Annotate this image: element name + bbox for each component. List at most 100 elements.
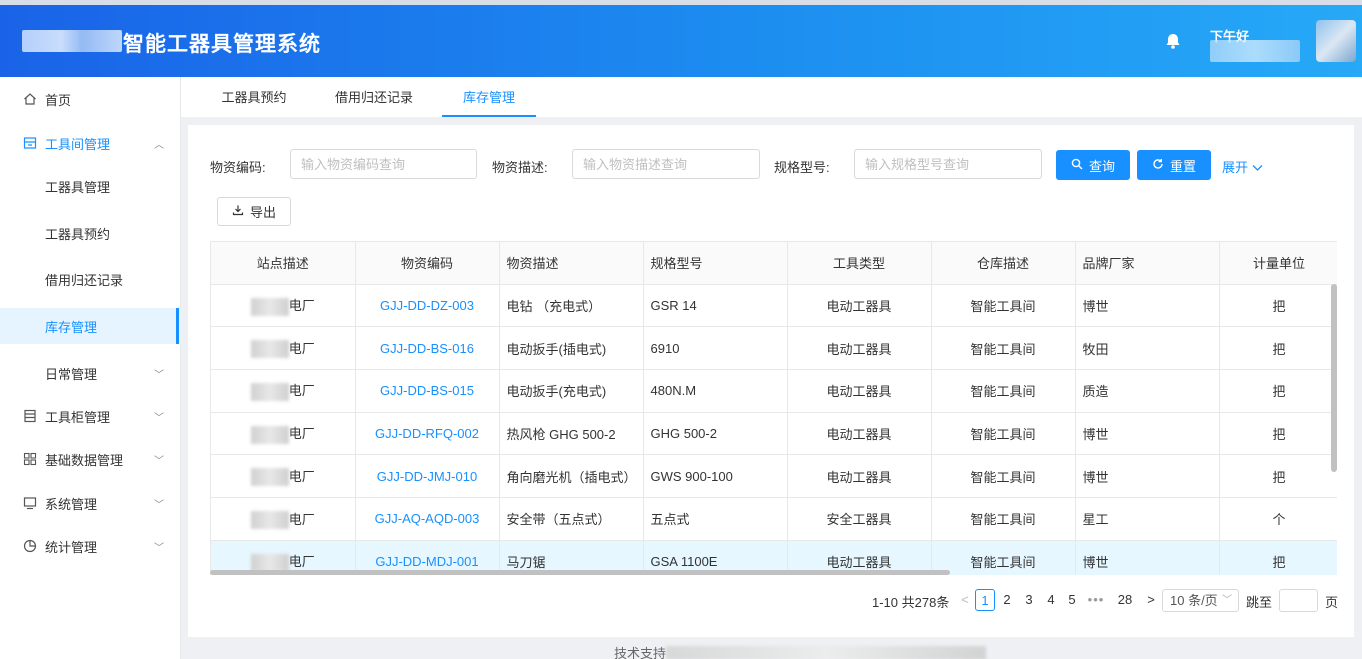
page-2-button[interactable]: 2 — [997, 589, 1017, 611]
cell-unit: 把 — [1219, 284, 1337, 328]
table-row[interactable]: 电厂 GJJ-DD-DZ-003 电钻 （充电式） GSR 14 电动工器具 智… — [211, 284, 1337, 328]
chevron-down-icon: ﹀ — [154, 369, 164, 381]
table-header-row: 站点描述 物资编码 物资描述 规格型号 工具类型 仓库描述 品牌厂家 计量单位 — [211, 242, 1337, 285]
sidebar-item-label: 工器具管理 — [45, 179, 111, 195]
chevron-down-icon — [1252, 160, 1263, 175]
cell-code: GJJ-DD-JMJ-010 — [355, 454, 500, 498]
footer-support-name — [666, 646, 986, 659]
sidebar-item-inventory[interactable]: 库存管理 — [0, 308, 181, 344]
page-size-value: 10 条/页 — [1170, 593, 1218, 608]
cell-brand: 博世 — [1075, 540, 1220, 575]
page-28-button[interactable]: 28 — [1115, 589, 1135, 611]
sidebar-item-system[interactable]: 系统管理 ﹀ — [0, 485, 181, 521]
sidebar-item-label: 系统管理 — [45, 496, 98, 512]
cell-warehouse: 智能工具间 — [931, 326, 1076, 370]
cell-warehouse: 智能工具间 — [931, 497, 1076, 541]
cell-site: 电厂 — [211, 369, 356, 413]
cell-type: 电动工器具 — [787, 412, 932, 456]
column-header-unit: 计量单位 — [1219, 242, 1337, 285]
expand-label: 展开 — [1222, 160, 1249, 175]
column-header-site: 站点描述 — [211, 242, 356, 285]
sidebar-item-cabinet[interactable]: 工具柜管理 ﹀ — [0, 398, 181, 434]
page-size-select[interactable]: 10 条/页 ﹀ — [1162, 589, 1239, 612]
code-link[interactable]: GJJ-DD-JMJ-010 — [377, 469, 477, 484]
sidebar-item-label: 基础数据管理 — [45, 452, 124, 468]
search-icon — [1071, 158, 1083, 173]
bell-icon[interactable] — [1163, 31, 1183, 51]
table-row[interactable]: 电厂 GJJ-DD-BS-016 电动扳手(插电式) 6910 电动工器具 智能… — [211, 326, 1337, 370]
cabinet-icon — [23, 409, 37, 423]
column-header-warehouse: 仓库描述 — [931, 242, 1076, 285]
table-row[interactable]: 电厂 GJJ-AQ-AQD-003 安全带（五点式） 五点式 安全工器具 智能工… — [211, 497, 1337, 541]
cell-type: 电动工器具 — [787, 369, 932, 413]
cell-code: GJJ-DD-RFQ-002 — [355, 412, 500, 456]
page-3-button[interactable]: 3 — [1019, 589, 1039, 611]
tab-inventory[interactable]: 库存管理 — [442, 77, 536, 117]
chevron-up-icon: ︿ — [154, 139, 164, 151]
reset-button[interactable]: 重置 — [1137, 150, 1211, 180]
sidebar-item-tool-management[interactable]: 工器具管理 — [0, 168, 181, 204]
prev-page-button[interactable]: < — [955, 589, 975, 611]
avatar[interactable] — [1316, 20, 1356, 62]
table-vertical-scrollbar[interactable] — [1331, 284, 1337, 472]
code-link[interactable]: GJJ-AQ-AQD-003 — [375, 511, 480, 526]
desc-filter-label: 物资描述: — [492, 160, 548, 175]
code-link[interactable]: GJJ-DD-RFQ-002 — [375, 426, 479, 441]
chevron-down-icon: ﹀ — [154, 455, 164, 467]
grid-icon — [23, 452, 37, 466]
sidebar-item-tool-reservation[interactable]: 工器具预约 — [0, 215, 181, 251]
store-icon — [23, 136, 37, 150]
jump-to-page-input[interactable] — [1279, 589, 1318, 612]
cell-unit: 把 — [1219, 326, 1337, 370]
sidebar-item-home[interactable]: 首页 — [0, 81, 181, 117]
cell-code: GJJ-DD-DZ-003 — [355, 284, 500, 328]
sidebar-item-toolroom[interactable]: 工具间管理 ︿ — [0, 125, 181, 161]
tab-tool-reservation[interactable]: 工器具预约 — [209, 77, 299, 117]
spec-search-input[interactable] — [854, 149, 1042, 179]
cell-desc: 电动扳手(插电式) — [499, 326, 644, 370]
cell-type: 电动工器具 — [787, 326, 932, 370]
page-4-button[interactable]: 4 — [1041, 589, 1061, 611]
code-link[interactable]: GJJ-DD-BS-015 — [380, 383, 474, 398]
user-name[interactable] — [1210, 40, 1300, 62]
column-header-brand: 品牌厂家 — [1075, 242, 1220, 285]
cell-unit: 把 — [1219, 454, 1337, 498]
code-filter-label: 物资编码: — [210, 160, 266, 175]
page-5-button[interactable]: 5 — [1062, 589, 1082, 611]
sidebar-item-daily[interactable]: 日常管理 ﹀ — [0, 355, 181, 391]
export-button[interactable]: 导出 — [217, 197, 291, 226]
cell-warehouse: 智能工具间 — [931, 412, 1076, 456]
cell-brand: 博世 — [1075, 412, 1220, 456]
sidebar-item-borrow-return[interactable]: 借用归还记录 — [0, 261, 181, 297]
code-link[interactable]: GJJ-DD-BS-016 — [380, 341, 474, 356]
code-link[interactable]: GJJ-DD-DZ-003 — [380, 298, 474, 313]
jump-to-label: 跳至 — [1246, 595, 1273, 610]
table-row[interactable]: 电厂 GJJ-DD-BS-015 电动扳手(充电式) 480N.M 电动工器具 … — [211, 369, 1337, 413]
cell-type: 电动工器具 — [787, 284, 932, 328]
page-1-button[interactable]: 1 — [975, 589, 995, 611]
code-link[interactable]: GJJ-DD-MDJ-001 — [375, 554, 478, 569]
table-row[interactable]: 电厂 GJJ-DD-RFQ-002 热风枪 GHG 500-2 GHG 500-… — [211, 412, 1337, 456]
cell-spec: 480N.M — [643, 369, 788, 413]
cell-desc: 电动扳手(充电式) — [499, 369, 644, 413]
code-search-input[interactable] — [290, 149, 477, 179]
cell-spec: 五点式 — [643, 497, 788, 541]
cell-code: GJJ-DD-BS-015 — [355, 369, 500, 413]
tab-borrow-return[interactable]: 借用归还记录 — [327, 77, 421, 117]
sidebar-item-label: 工具间管理 — [45, 136, 111, 152]
search-button[interactable]: 查询 — [1056, 150, 1130, 180]
more-pages-button[interactable]: ••• — [1086, 589, 1106, 611]
expand-filters-button[interactable]: 展开 — [1222, 157, 1263, 176]
table-row[interactable]: 电厂 GJJ-DD-JMJ-010 角向磨光机（插电式） GWS 900-100… — [211, 454, 1337, 498]
app-header: 智能工器具管理系统 下午好 — [0, 0, 1362, 77]
sidebar-item-statistics[interactable]: 统计管理 ﹀ — [0, 528, 181, 564]
table-horizontal-scrollbar[interactable] — [210, 570, 950, 575]
cell-desc: 热风枪 GHG 500-2 — [499, 412, 644, 456]
cell-site: 电厂 — [211, 326, 356, 370]
export-button-label: 导出 — [249, 205, 276, 220]
desc-search-input[interactable] — [572, 149, 760, 179]
cell-brand: 质造 — [1075, 369, 1220, 413]
logo — [22, 30, 122, 52]
next-page-button[interactable]: > — [1141, 589, 1161, 611]
sidebar-item-basic-data[interactable]: 基础数据管理 ﹀ — [0, 441, 181, 477]
